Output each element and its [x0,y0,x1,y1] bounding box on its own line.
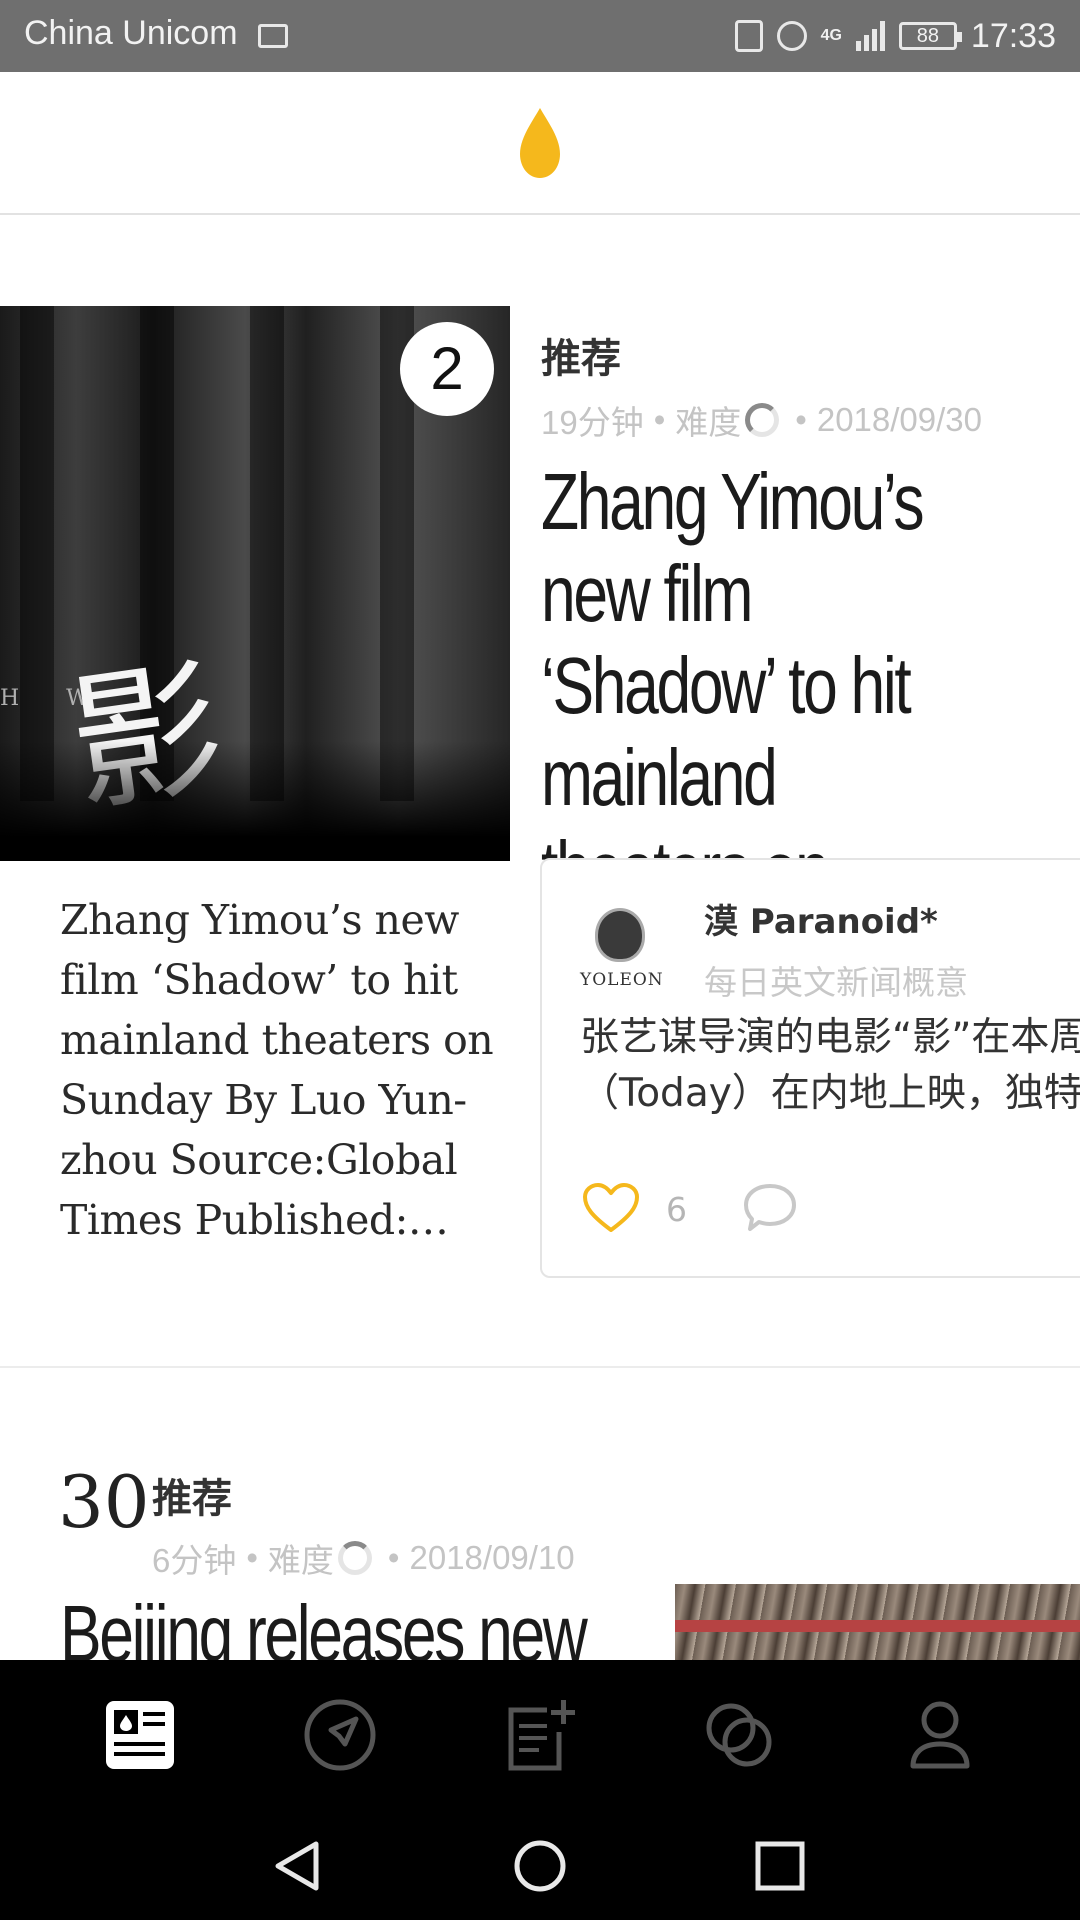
newspaper-icon [106,1701,174,1769]
circles-icon [706,1703,772,1767]
comment-username[interactable]: 漠 Paranoid* [704,894,938,943]
rank-badge: 2 [400,322,494,416]
avatar-brand: YOLEON [580,970,664,990]
category-label: 推荐 [541,336,621,382]
network-type: 4G [820,27,842,44]
article-meta: 6分钟 • 难度 • 2018/09/10 [152,1534,575,1582]
flame-logo-icon[interactable] [518,106,562,180]
status-indicators: 4G 88 17:33 [734,12,1056,60]
status-bar: China Unicom 4G 88 17:33 [0,0,1080,72]
publish-date: 2018/09/10 [409,1539,575,1576]
rank-number: 30 [58,1460,150,1544]
vibrate-icon [734,20,763,52]
section-divider [0,1366,1080,1368]
clock: 17:33 [970,16,1056,55]
comment-text: 张艺谋导演的电影“影”在本周 （Today）在内地上映，独特 [580,1015,1080,1116]
difficulty-ring-icon [337,1541,372,1575]
heart-icon[interactable] [582,1182,640,1234]
compass-icon [304,1699,376,1771]
tab-news-feed[interactable] [90,1685,190,1785]
battery-icon: 88 [898,22,962,50]
avatar[interactable]: YOLEON [580,902,664,1002]
difficulty-label: 难度 [675,404,742,441]
read-time: 19分钟 [541,404,644,441]
publish-date: 2018/09/30 [816,401,983,438]
add-note-icon [508,1700,575,1771]
activity-icon [258,24,288,48]
tab-profile[interactable] [890,1685,990,1785]
category-label: 推荐 [152,1476,232,1522]
signal-icon [855,21,885,51]
featured-comment-card[interactable]: YOLEON 漠 Paranoid* 每日英文新闻概意 张艺谋导演的电影“影”在… [540,858,1080,1278]
article-excerpt[interactable]: Zhang Yimou’s new film ‘Shadow’ to hit m… [60,890,500,1250]
article-title[interactable]: Beijing releases new [60,1588,684,1660]
back-icon[interactable] [270,1838,326,1894]
carrier-name: China Unicom [24,14,238,52]
person-icon [910,1701,970,1769]
alarm-icon [776,21,807,51]
comment-subtitle: 每日英文新闻概意 [704,963,968,1002]
system-navigation-bar [0,1810,1080,1920]
read-time: 6分钟 [152,1542,237,1579]
bottom-tab-bar [0,1660,1080,1810]
difficulty-label: 难度 [267,1542,334,1579]
article-meta: 19分钟 • 难度 • 2018/09/30 [541,396,982,444]
tab-circles[interactable] [690,1685,790,1785]
difficulty-ring-icon [745,403,780,437]
home-icon[interactable] [512,1838,568,1894]
app-header [0,72,1080,215]
like-count: 6 [666,1190,687,1229]
tab-add-post[interactable] [490,1685,590,1785]
comment-bubble-icon[interactable] [742,1182,798,1234]
tab-discover[interactable] [290,1685,390,1785]
recents-icon[interactable] [752,1838,808,1894]
